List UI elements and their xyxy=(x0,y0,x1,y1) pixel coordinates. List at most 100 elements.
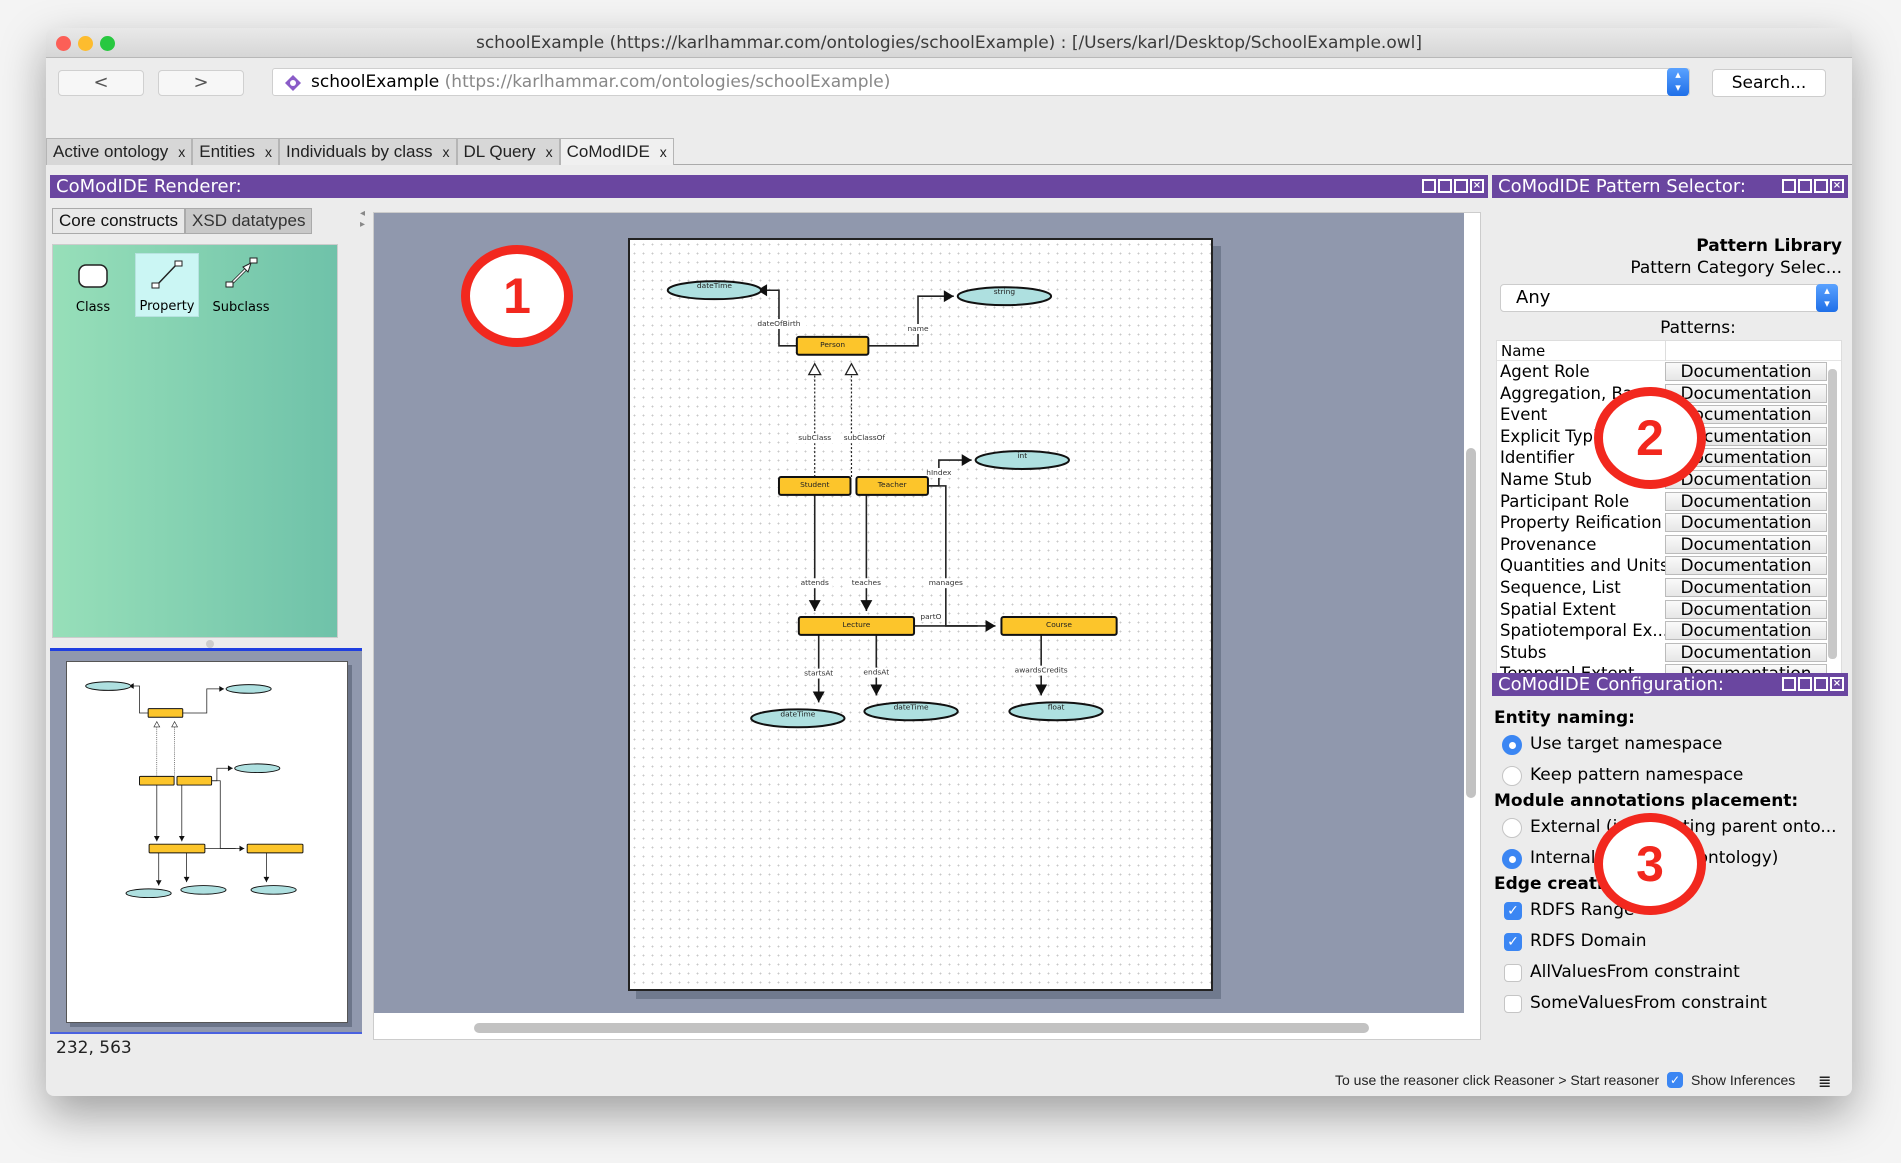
close-tab-icon[interactable]: x xyxy=(178,144,185,160)
property-edge[interactable]: manages xyxy=(927,485,996,632)
split-vertical-icon[interactable] xyxy=(1422,179,1436,193)
property-edge[interactable] xyxy=(153,785,160,842)
property-edge[interactable] xyxy=(211,765,233,782)
datatype-node[interactable] xyxy=(85,681,132,691)
property-edge[interactable]: subClassOf xyxy=(839,362,890,477)
tab-comodide[interactable]: CoModIDE x xyxy=(559,138,674,165)
documentation-button[interactable]: Documentation xyxy=(1665,621,1827,641)
internal-annotations-radio[interactable] xyxy=(1502,849,1522,869)
close-tab-icon[interactable]: x xyxy=(265,144,272,160)
property-edge[interactable] xyxy=(263,852,270,883)
split-horizontal-icon[interactable] xyxy=(1798,677,1812,691)
documentation-button[interactable]: Documentation xyxy=(1665,491,1827,511)
palette-item-subclass[interactable]: Subclass xyxy=(209,253,273,317)
rdfs-domain-checkbox[interactable]: ✓ xyxy=(1504,933,1522,951)
property-edge[interactable] xyxy=(211,780,245,852)
close-view-icon[interactable]: × xyxy=(1830,179,1844,193)
palette-item-class[interactable]: Class xyxy=(61,253,125,317)
class-node[interactable]: Person xyxy=(795,335,870,356)
somevaluesfrom-checkbox[interactable] xyxy=(1504,995,1522,1013)
class-node[interactable]: Student xyxy=(777,475,852,496)
allvaluesfrom-checkbox[interactable] xyxy=(1504,964,1522,982)
documentation-button[interactable]: Documentation xyxy=(1665,642,1827,662)
tab-dl-query[interactable]: DL Query x xyxy=(456,138,560,165)
property-edge[interactable]: awardsCredits xyxy=(1009,634,1073,696)
rdfs-range-checkbox[interactable]: ✓ xyxy=(1504,902,1522,920)
class-node[interactable] xyxy=(147,708,184,718)
datatype-node[interactable]: string xyxy=(956,286,1053,307)
datatype-node[interactable]: dateTime xyxy=(863,701,959,722)
tab-xsd-datatypes[interactable]: XSD datatypes xyxy=(185,208,313,234)
minimize-window-button[interactable] xyxy=(78,36,93,51)
external-annotations-radio[interactable] xyxy=(1502,818,1522,838)
pattern-row[interactable]: Spatiotemporal Ex... Documentation xyxy=(1497,620,1841,642)
up-down-chevron-icon[interactable]: ▴ ▾ xyxy=(1667,68,1689,96)
property-edge[interactable]: teaches xyxy=(848,494,885,612)
pattern-row[interactable]: Quantities and Units Documentation xyxy=(1497,555,1841,577)
property-edge[interactable]: endsAt xyxy=(860,634,892,696)
back-button[interactable]: < xyxy=(58,70,144,96)
split-vertical-icon[interactable] xyxy=(1782,677,1796,691)
property-edge[interactable] xyxy=(155,852,162,886)
tab-individuals-by-class[interactable]: Individuals by class x xyxy=(279,138,457,165)
datatype-node[interactable] xyxy=(180,885,227,895)
pattern-row[interactable]: Spatial Extent Documentation xyxy=(1497,599,1841,621)
active-ontology-selector[interactable]: schoolExample (https://karlhammar.com/on… xyxy=(272,68,1690,96)
close-window-button[interactable] xyxy=(56,36,71,51)
property-edge[interactable] xyxy=(183,852,190,883)
class-node[interactable] xyxy=(246,843,304,854)
maximize-view-icon[interactable] xyxy=(1814,179,1828,193)
splitter-handle[interactable] xyxy=(206,640,214,648)
datatype-node[interactable] xyxy=(125,888,172,899)
documentation-button[interactable]: Documentation xyxy=(1665,534,1827,554)
close-view-icon[interactable]: × xyxy=(1470,179,1484,193)
close-tab-icon[interactable]: x xyxy=(660,144,667,160)
vertical-scrollbar[interactable] xyxy=(1466,448,1476,798)
datatype-node[interactable]: int xyxy=(974,450,1070,470)
pattern-row[interactable]: Sequence, List Documentation xyxy=(1497,577,1841,599)
datatype-node[interactable] xyxy=(234,763,281,774)
property-edge[interactable] xyxy=(153,720,161,777)
tab-core-constructs[interactable]: Core constructs xyxy=(52,208,186,234)
property-edge[interactable]: hIndex xyxy=(923,454,972,487)
pattern-row[interactable]: Property Reification Documentation xyxy=(1497,512,1841,534)
property-edge[interactable]: name xyxy=(868,290,954,347)
zoom-window-button[interactable] xyxy=(100,36,115,51)
split-vertical-icon[interactable] xyxy=(1782,179,1796,193)
property-edge[interactable] xyxy=(171,720,178,777)
pattern-category-select[interactable]: Any ▴ ▾ xyxy=(1500,284,1838,312)
datatype-node[interactable]: dateTime xyxy=(750,708,846,729)
datatype-node[interactable] xyxy=(250,885,297,895)
class-node[interactable] xyxy=(176,775,213,786)
close-tab-icon[interactable]: x xyxy=(546,144,553,160)
property-edge[interactable] xyxy=(128,683,149,714)
property-edge[interactable]: subClass xyxy=(794,362,835,477)
search-button[interactable]: Search... xyxy=(1712,69,1826,97)
horizontal-scrollbar[interactable] xyxy=(474,1023,1369,1033)
ontology-diagram[interactable]: dateOfBirth name subClass subClassOf hIndex a… xyxy=(630,240,1211,989)
class-node[interactable] xyxy=(139,775,175,786)
documentation-button[interactable]: Documentation xyxy=(1665,577,1827,597)
documentation-button[interactable]: Documentation xyxy=(1665,513,1827,533)
maximize-view-icon[interactable] xyxy=(1454,179,1468,193)
split-horizontal-icon[interactable] xyxy=(1438,179,1452,193)
class-node[interactable]: Course xyxy=(1000,615,1118,636)
diagram-overview[interactable] xyxy=(50,648,362,1034)
documentation-button[interactable]: Documentation xyxy=(1665,383,1827,403)
class-node[interactable] xyxy=(148,843,206,854)
maximize-view-icon[interactable] xyxy=(1814,677,1828,691)
pattern-row[interactable]: Stubs Documentation xyxy=(1497,642,1841,664)
documentation-button[interactable]: Documentation xyxy=(1665,599,1827,619)
pattern-row[interactable]: Participant Role Documentation xyxy=(1497,491,1841,513)
datatype-node[interactable] xyxy=(225,684,272,694)
datatype-node[interactable]: float xyxy=(1008,701,1104,722)
documentation-button[interactable]: Documentation xyxy=(1665,362,1827,381)
use-target-namespace-radio[interactable] xyxy=(1502,735,1522,755)
column-header-name[interactable]: Name xyxy=(1501,342,1545,360)
patterns-scrollbar[interactable] xyxy=(1828,369,1837,659)
property-edge[interactable]: attends xyxy=(796,494,833,612)
split-horizontal-icon[interactable] xyxy=(1798,179,1812,193)
close-view-icon[interactable]: × xyxy=(1830,677,1844,691)
tab-entities[interactable]: Entities x xyxy=(192,138,280,165)
tab-active-ontology[interactable]: Active ontology x xyxy=(46,138,193,165)
